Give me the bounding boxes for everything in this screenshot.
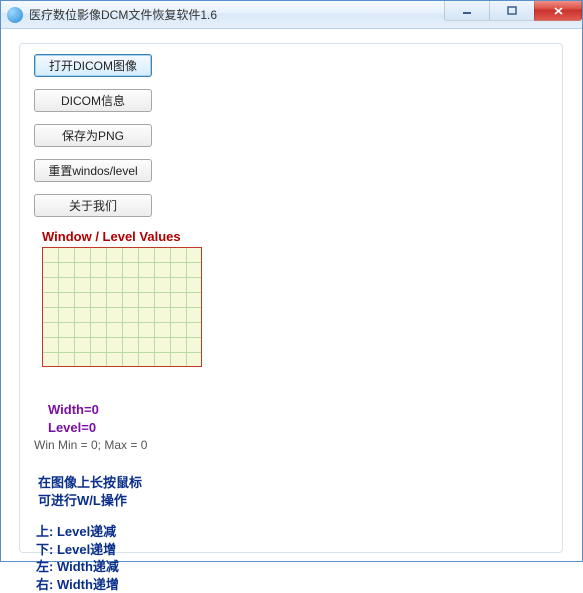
minimize-button[interactable]: [444, 1, 490, 21]
titlebar[interactable]: 医疗数位影像DCM文件恢复软件1.6: [1, 1, 582, 29]
maximize-button[interactable]: [489, 1, 535, 21]
wl-grid[interactable]: [42, 247, 202, 367]
wl-values: Width=0 Level=0 Win Min = 0; Max = 0: [34, 401, 548, 452]
level-label-text: Level=: [48, 420, 89, 435]
minmax-value: Win Min = 0; Max = 0: [34, 438, 548, 452]
instr-left: 左: Width递减: [36, 558, 548, 576]
level-value: Level=0: [48, 419, 548, 437]
reset-wl-button[interactable]: 重置windos/level: [34, 159, 152, 182]
app-window: 医疗数位影像DCM文件恢复软件1.6 打开DICOM图像 DICOM信息 保存为…: [0, 0, 583, 562]
dicom-info-button[interactable]: DICOM信息: [34, 89, 152, 112]
save-png-button[interactable]: 保存为PNG: [34, 124, 152, 147]
open-dicom-button[interactable]: 打开DICOM图像: [34, 54, 152, 77]
main-panel: 打开DICOM图像 DICOM信息 保存为PNG 重置windos/level …: [19, 43, 563, 553]
window-controls: [445, 1, 582, 21]
about-button[interactable]: 关于我们: [34, 194, 152, 217]
instr-line2: 可进行W/L操作: [38, 492, 548, 510]
level-value-text: 0: [89, 420, 96, 435]
wl-grid-container: [42, 247, 548, 367]
width-value-text: 0: [92, 402, 99, 417]
instructions: 在图像上长按鼠标 可进行W/L操作 上: Level递减 下: Level递增 …: [34, 474, 548, 593]
instr-up: 上: Level递减: [36, 523, 548, 541]
width-value: Width=0: [48, 401, 548, 419]
close-button[interactable]: [534, 1, 582, 21]
instr-down: 下: Level递增: [36, 541, 548, 559]
window-title: 医疗数位影像DCM文件恢复软件1.6: [29, 6, 217, 23]
app-icon: [7, 7, 23, 23]
instr-right: 右: Width递增: [36, 576, 548, 593]
instr-line1: 在图像上长按鼠标: [38, 474, 548, 492]
client-area: 打开DICOM图像 DICOM信息 保存为PNG 重置windos/level …: [1, 29, 582, 567]
wl-heading: Window / Level Values: [42, 229, 548, 244]
width-label-text: Width=: [48, 402, 92, 417]
